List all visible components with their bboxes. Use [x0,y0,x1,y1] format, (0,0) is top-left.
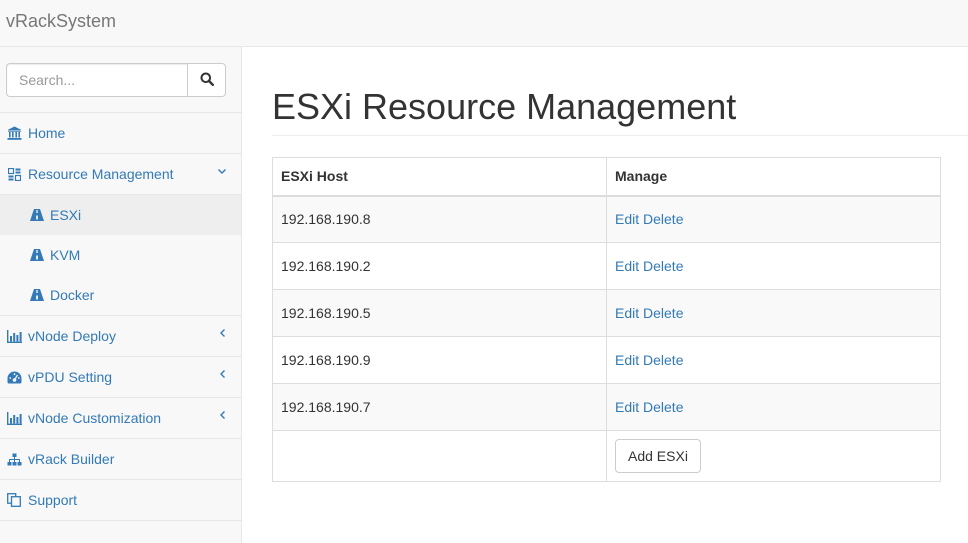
sidebar-search [0,47,241,113]
table-row: 192.168.190.5 Edit Delete [272,289,941,337]
chevron-down-icon[interactable] [217,165,227,177]
host-cell: 192.168.190.5 [272,289,607,337]
column-header-manage: Manage [606,157,941,197]
edit-link[interactable]: Edit [615,399,639,415]
sidebar: Home Resource Management ESXi KVM [0,47,242,543]
sidebar-subitem-kvm[interactable]: KVM [0,235,241,275]
sidebar-item-label: Resource Management [28,166,174,182]
manage-cell: Edit Delete [606,336,941,384]
table-row: 192.168.190.9 Edit Delete [272,336,941,384]
page-title: ESXi Resource Management [272,86,737,127]
chevron-left-icon[interactable] [217,327,227,339]
bank-icon [6,126,22,140]
brand-link[interactable]: vRackSystem [6,11,116,32]
host-cell: 192.168.190.9 [272,336,607,384]
manage-cell: Edit Delete [606,289,941,337]
manage-cell: Edit Delete [606,242,941,290]
add-esxi-button[interactable]: Add ESXi [615,439,701,473]
table-row: 192.168.190.7 Edit Delete [272,383,941,431]
manage-cell: Edit Delete [606,383,941,431]
delete-link[interactable]: Delete [643,352,683,368]
dashboard-icon [6,370,22,384]
sidebar-subitem-label: KVM [50,247,81,263]
sidebar-item-home[interactable]: Home [0,113,241,154]
delete-link[interactable]: Delete [643,399,683,415]
chevron-left-icon[interactable] [217,409,227,421]
grid-icon [6,167,22,181]
sidebar-subitem-label: ESXi [50,207,82,223]
sidebar-item-vpdu-setting[interactable]: vPDU Setting [0,357,241,398]
sidebar-item-vrack-builder[interactable]: vRack Builder [0,439,241,480]
road-icon [30,209,44,221]
sidebar-item-label: vNode Deploy [28,328,116,344]
sidebar-item-label: vPDU Setting [28,369,113,385]
sidebar-subitem-label: Docker [50,287,95,303]
table-footer-row: Add ESXi [272,430,941,482]
sidebar-item-support[interactable]: Support [0,480,241,521]
esxi-table: ESXi Host Manage 192.168.190.8 Edit Dele… [272,157,941,482]
sidebar-item-resource-management[interactable]: Resource Management [0,154,241,195]
sidebar-item-vnode-deploy[interactable]: vNode Deploy [0,316,241,357]
sidebar-item-vnode-customization[interactable]: vNode Customization [0,398,241,439]
sidebar-subitem-docker[interactable]: Docker [0,275,241,315]
page-header: ESXi Resource Management [272,87,968,136]
search-icon [200,72,214,89]
edit-link[interactable]: Edit [615,211,639,227]
edit-link[interactable]: Edit [615,352,639,368]
road-icon [30,249,44,261]
sidebar-item-label: Home [28,125,66,141]
copy-icon [6,493,22,507]
host-cell: 192.168.190.8 [272,195,607,243]
bar-chart-icon [6,329,22,343]
main-content: ESXi Resource Management ESXi Host Manag… [242,47,968,543]
delete-link[interactable]: Delete [643,258,683,274]
delete-link[interactable]: Delete [643,211,683,227]
edit-link[interactable]: Edit [615,305,639,321]
search-input[interactable] [6,63,188,97]
action-cell: Add ESXi [606,430,941,482]
host-cell: 192.168.190.2 [272,242,607,290]
table-row: 192.168.190.8 Edit Delete [272,195,941,243]
chevron-left-icon[interactable] [217,368,227,380]
column-header-esxi-host: ESXi Host [272,157,607,197]
road-icon [30,289,44,301]
bar-chart-icon [6,411,22,425]
sidebar-subitem-esxi[interactable]: ESXi [0,195,241,235]
manage-cell: Edit Delete [606,195,941,243]
table-row: 192.168.190.2 Edit Delete [272,242,941,290]
sidebar-item-label: Support [28,492,78,508]
search-button[interactable] [187,63,226,97]
delete-link[interactable]: Delete [643,305,683,321]
resource-management-submenu: ESXi KVM Docker [0,195,241,316]
empty-cell [272,430,607,482]
host-cell: 192.168.190.7 [272,383,607,431]
table-header-row: ESXi Host Manage [272,157,941,197]
sidebar-item-label: vNode Customization [28,410,162,426]
sitemap-icon [6,452,22,466]
top-navbar: vRackSystem [0,0,968,47]
edit-link[interactable]: Edit [615,258,639,274]
sidebar-item-label: vRack Builder [28,451,115,467]
